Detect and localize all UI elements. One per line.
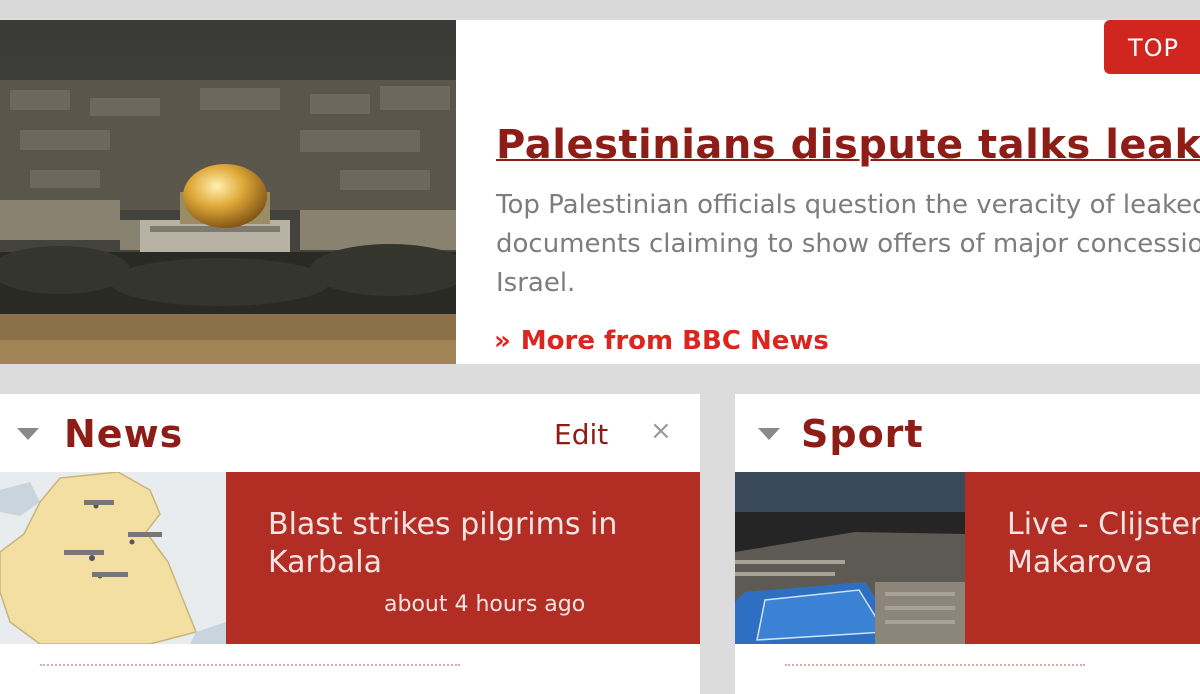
top-story-summary: Top Palestinian officials question the v… (496, 190, 1200, 298)
top-strip (0, 0, 1200, 18)
sport-module: Sport Live - Clijsters v Makarova (735, 394, 1200, 694)
sport-module-title: Sport (801, 412, 924, 456)
sport-next-item-hint (785, 664, 1085, 676)
top-story: TOP Palestinians dispute talks leak Top … (0, 20, 1200, 364)
news-story-timestamp: about 4 hours ago (384, 592, 586, 617)
news-module: News Edit × Blast strikes pilgrims in Ka… (0, 394, 700, 694)
sport-story-panel[interactable]: Live - Clijsters v Makarova (965, 472, 1200, 644)
sport-story-headline: Live - Clijsters v Makarova (1007, 507, 1200, 580)
collapse-triangle-icon[interactable] (17, 428, 39, 440)
close-icon[interactable]: × (650, 416, 672, 446)
news-story-headline: Blast strikes pilgrims in Karbala (268, 507, 618, 580)
double-chevron-right-icon: » (494, 326, 511, 356)
sport-module-header: Sport (735, 394, 1200, 472)
news-module-title: News (64, 412, 184, 456)
top-story-headline-link[interactable]: Palestinians dispute talks leak (496, 122, 1200, 168)
news-module-header: News Edit × (0, 394, 700, 472)
news-edit-button[interactable]: Edit (554, 418, 608, 451)
top-story-image[interactable] (0, 20, 456, 364)
tennis-stadium-photo (735, 472, 965, 644)
iraq-map (0, 472, 226, 644)
top-story-badge: TOP (1104, 20, 1200, 74)
more-link-label: More from BBC News (520, 326, 829, 356)
collapse-triangle-icon[interactable] (758, 428, 780, 440)
sport-story-image[interactable] (735, 472, 965, 644)
news-story-image[interactable] (0, 472, 226, 644)
news-story-panel[interactable]: Blast strikes pilgrims in Karbala about … (226, 472, 700, 644)
more-from-bbc-news-link[interactable]: » More from BBC News (494, 326, 829, 356)
jerusalem-photo (0, 20, 456, 364)
news-next-item-hint (40, 664, 460, 676)
